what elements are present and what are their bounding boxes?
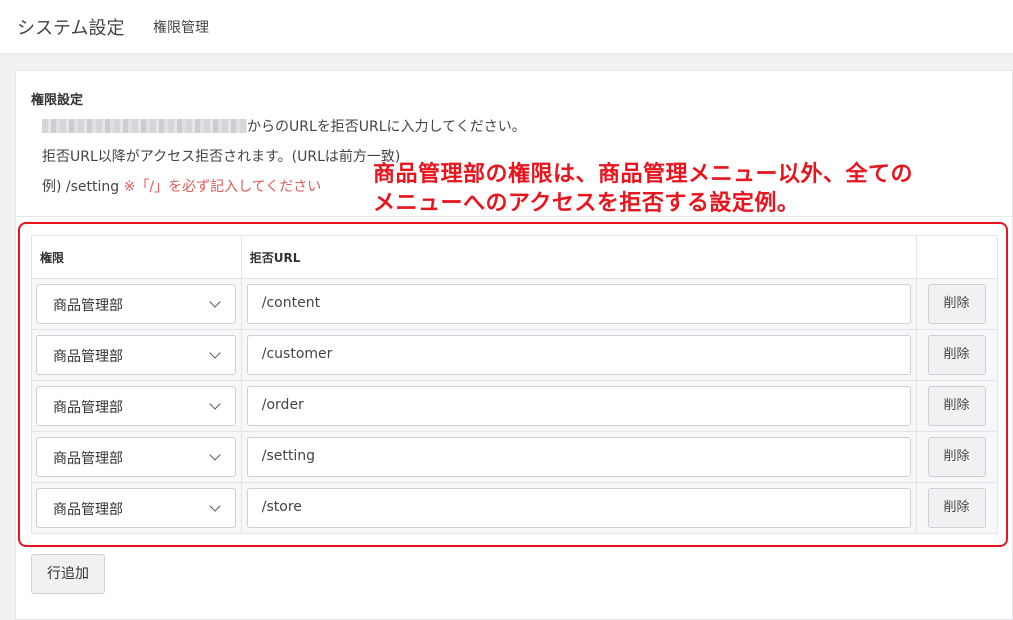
annotation-callout: 商品管理部の権限は、商品管理メニュー以外、全ての メニューへのアクセスを拒否する… bbox=[373, 160, 913, 218]
top-header: システム設定 権限管理 bbox=[0, 0, 1013, 54]
page-title: システム設定 bbox=[17, 18, 125, 39]
annotation-highlight-box bbox=[18, 222, 1008, 547]
annotation-line-1: 商品管理部の権限は、商品管理メニュー以外、全ての bbox=[373, 162, 914, 187]
add-row-button[interactable]: 行追加 bbox=[31, 554, 105, 594]
example-line: 例) /setting ※「/」を必ず記入してください bbox=[42, 176, 321, 196]
section-title: 権限設定 bbox=[31, 93, 84, 108]
redacted-text bbox=[42, 119, 247, 133]
annotation-line-2: メニューへのアクセスを拒否する設定例。 bbox=[373, 191, 800, 216]
example-text: 例) /setting bbox=[42, 179, 124, 195]
description-line-1-text: からのURLを拒否URLに入力してください。 bbox=[247, 119, 526, 135]
description-line-2: 拒否URL以降がアクセス拒否されます。(URLは前方一致) bbox=[42, 149, 401, 165]
example-note: ※「/」を必ず記入してください bbox=[123, 179, 322, 195]
description-line-1: からのURLを拒否URLに入力してください。 bbox=[42, 116, 526, 136]
page-subtitle: 権限管理 bbox=[153, 20, 209, 36]
